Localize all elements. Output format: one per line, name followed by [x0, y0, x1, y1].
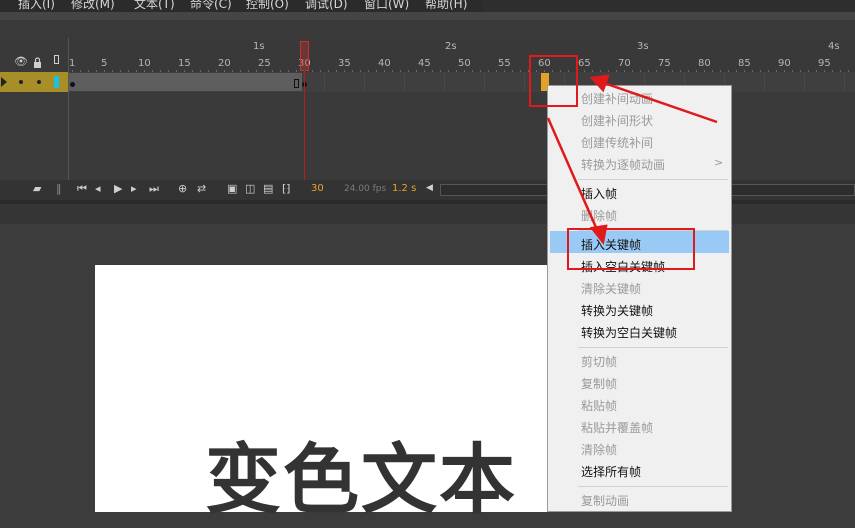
context-menu-item[interactable]: 转换为关键帧	[581, 302, 653, 319]
ruler-frame-number: 75	[658, 58, 671, 69]
current-frame-readout[interactable]: 30	[311, 183, 324, 194]
ruler-second-1: 1s	[253, 41, 265, 52]
step-back-icon[interactable]: ◂	[95, 182, 101, 195]
context-menu-item[interactable]: 粘贴并覆盖帧	[581, 419, 653, 436]
frame-cell-divider	[524, 73, 525, 91]
menu-bar-filler	[482, 0, 855, 12]
fps-readout[interactable]: 24.00 fps	[344, 184, 386, 194]
play-icon[interactable]: ▶	[114, 182, 122, 195]
layer-outline-color[interactable]	[54, 76, 59, 88]
ruler-frame-number: 65	[578, 58, 591, 69]
ruler-frame-number: 40	[378, 58, 391, 69]
annotation-box-menu	[567, 228, 695, 270]
menu-window[interactable]: 窗口(W)	[364, 0, 409, 12]
context-menu: 创建补间动画 创建补间形状 创建传统补间 转换为逐帧动画 > 插入帧 删除帧 插入关键帧 插入空…	[547, 85, 732, 512]
elapsed-readout[interactable]: 1.2 s	[392, 183, 416, 194]
context-menu-item[interactable]: 清除关键帧	[581, 280, 641, 297]
onion-outline-icon[interactable]: ◫	[245, 182, 255, 195]
frame-cell-divider	[764, 73, 765, 91]
menu-commands[interactable]: 命令(C)	[190, 0, 232, 12]
frame-cell-divider	[404, 73, 405, 91]
ruler-frame-number: 25	[258, 58, 271, 69]
context-menu-item[interactable]: 创建补间形状	[581, 112, 653, 129]
submenu-arrow-icon: >	[714, 156, 724, 169]
span-end-frame[interactable]	[294, 79, 299, 88]
context-menu-item[interactable]: 转换为逐帧动画	[581, 156, 665, 173]
ruler-second-3: 3s	[637, 41, 649, 52]
last-frame-icon[interactable]: ⏭	[149, 182, 159, 196]
lock-icon[interactable]	[33, 53, 41, 68]
ruler-frame-number: 1	[69, 58, 76, 69]
frame-cell-divider	[484, 73, 485, 91]
step-forward-icon[interactable]: ▸	[131, 182, 137, 195]
frame-cell-divider	[844, 73, 845, 91]
outline-icon[interactable]	[54, 55, 59, 64]
ruler-frame-number: 5	[101, 58, 108, 69]
eye-icon[interactable]: 👁	[14, 55, 28, 68]
frame-cell-divider	[324, 73, 325, 91]
menu-debug[interactable]: 调试(D)	[305, 0, 348, 12]
layer-visible-dot[interactable]	[19, 80, 23, 84]
ruler-second-4: 4s	[828, 41, 840, 52]
context-menu-item[interactable]: 复制帧	[581, 375, 617, 392]
context-menu-item[interactable]: 创建补间动画	[581, 90, 653, 107]
frame-span[interactable]	[68, 73, 302, 91]
ruler-frame-number: 55	[498, 58, 511, 69]
context-menu-item[interactable]: 插入帧	[581, 185, 617, 202]
loop-icon[interactable]: ⇄	[197, 182, 206, 195]
layer-lock-dot[interactable]	[37, 80, 41, 84]
onion-markers-icon[interactable]: ⁅⁆	[282, 182, 291, 195]
ruler-frame-number: 45	[418, 58, 431, 69]
panel-tab-strip	[0, 20, 855, 38]
menu-control[interactable]: 控制(O)	[246, 0, 289, 12]
ruler-frame-number: 80	[698, 58, 711, 69]
context-menu-item[interactable]: 删除帧	[581, 207, 617, 224]
context-menu-item[interactable]: 创建传统补间	[581, 134, 653, 151]
playhead-line	[304, 70, 305, 180]
frame-cell-divider	[804, 73, 805, 91]
ruler-second-2: 2s	[445, 41, 457, 52]
ruler-frame-number: 10	[138, 58, 151, 69]
ruler-frame-number: 15	[178, 58, 191, 69]
context-menu-item[interactable]: 剪切帧	[581, 353, 617, 370]
playhead-marker[interactable]	[300, 41, 309, 71]
frame-cell-divider	[444, 73, 445, 91]
edit-multiple-icon[interactable]: ▤	[263, 182, 273, 195]
context-menu-separator	[578, 486, 728, 487]
timeline-divider	[68, 38, 69, 180]
ruler-frame-number: 95	[818, 58, 831, 69]
layer-play-icon	[1, 77, 7, 87]
timeline-body[interactable]	[68, 92, 855, 180]
first-frame-icon[interactable]: ⏮	[77, 182, 87, 196]
context-menu-item[interactable]: 清除帧	[581, 441, 617, 458]
ruler-frame-number: 85	[738, 58, 751, 69]
menu-insert[interactable]: 插入(I)	[18, 0, 55, 12]
context-menu-separator	[578, 179, 728, 180]
camera-icon[interactable]: ▰	[33, 182, 41, 195]
ruler-frame-number: 50	[458, 58, 471, 69]
frame-cell-divider	[364, 73, 365, 91]
toolbar-strip	[0, 12, 855, 20]
onion-skin-icon[interactable]: ▣	[227, 182, 237, 195]
control-separator: ‖	[56, 182, 62, 195]
context-menu-separator	[578, 347, 728, 348]
context-menu-item[interactable]: 复制动画	[581, 492, 629, 509]
context-menu-item[interactable]: 转换为空白关键帧	[581, 324, 677, 341]
menu-text[interactable]: 文本(T)	[134, 0, 175, 12]
annotation-box-frame	[529, 55, 578, 107]
ruler-frame-number: 20	[218, 58, 231, 69]
ruler-frame-number: 35	[338, 58, 351, 69]
layer-row[interactable]	[0, 72, 68, 92]
context-menu-item[interactable]: 粘贴帧	[581, 397, 617, 414]
center-frame-icon[interactable]: ⊕	[178, 182, 187, 195]
context-menu-item[interactable]: 选择所有帧	[581, 463, 641, 480]
layer-list	[0, 92, 68, 180]
menu-help[interactable]: 帮助(H)	[425, 0, 467, 12]
ruler-frame-number: 90	[778, 58, 791, 69]
keyframe-1[interactable]	[70, 82, 75, 87]
scroll-left-icon[interactable]: ◀	[426, 183, 433, 193]
menu-modify[interactable]: 修改(M)	[71, 0, 115, 12]
ruler-frame-number: 70	[618, 58, 631, 69]
